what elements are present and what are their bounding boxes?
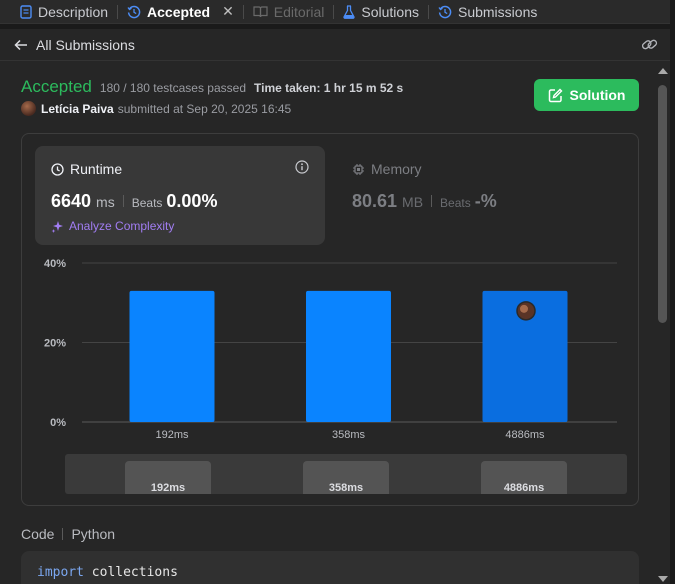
memory-title: Memory	[352, 161, 422, 177]
navigator-bar[interactable]: 358ms	[303, 461, 389, 494]
code-block[interactable]: import collections	[21, 551, 639, 584]
chart-bar[interactable]	[129, 290, 215, 422]
tab-divider	[427, 4, 429, 19]
code-line: import collections	[37, 565, 178, 580]
scrollbar-thumb[interactable]	[658, 85, 667, 323]
analyze-complexity-button[interactable]: Analyze Complexity	[51, 219, 174, 233]
memory-value: 80.61	[352, 191, 398, 211]
memory-unit: MB	[402, 194, 424, 210]
memory-box[interactable]: Memory 80.61 MB Beats -%	[352, 146, 602, 245]
tab-description[interactable]: Description	[20, 4, 108, 20]
runtime-distribution-chart: 0% 20% 40% 192ms 358ms 4886ms	[44, 258, 617, 441]
analyze-label: Analyze Complexity	[69, 219, 175, 233]
tab-label: Submissions	[457, 3, 538, 20]
divider	[122, 195, 124, 207]
x-tick-label: 192ms	[155, 429, 189, 441]
runtime-label: Runtime	[70, 161, 123, 177]
runtime-title: Runtime	[51, 161, 122, 177]
memory-beats-label: Beats	[440, 196, 471, 210]
runtime-beats-label: Beats	[131, 196, 163, 210]
range-navigator[interactable]: 192ms 358ms 4886ms	[65, 454, 627, 494]
scroll-up-arrow[interactable]	[658, 68, 668, 74]
code-module: collections	[91, 565, 178, 580]
tab-label: Description	[38, 3, 109, 20]
runtime-beats-value: 0.00%	[166, 191, 218, 211]
solution-button[interactable]: Solution	[534, 79, 639, 111]
performance-card: Runtime 6640 ms Beats 0.00% Analyze Comp…	[21, 133, 639, 506]
history-icon	[127, 5, 141, 18]
link-icon[interactable]	[641, 37, 658, 52]
arrow-left-icon	[14, 39, 27, 50]
tab-divider	[117, 4, 119, 19]
tab-divider	[333, 4, 335, 19]
username[interactable]: Letícia Paiva	[41, 102, 114, 116]
submission-panel: All Submissions Accepted 180 / 180 testc…	[0, 29, 670, 584]
all-submissions-link[interactable]: All Submissions	[36, 37, 135, 53]
runtime-value: 6640	[51, 191, 92, 211]
submission-status-row: Accepted 180 / 180 testcases passed Time…	[21, 77, 403, 97]
runtime-box[interactable]: Runtime 6640 ms Beats 0.00% Analyze Comp…	[35, 146, 325, 245]
x-tick-label: 4886ms	[505, 429, 545, 441]
chart-bar[interactable]	[306, 290, 391, 422]
tab-bar: Description Accepted ✕ Editorial Solutio…	[0, 0, 670, 24]
scroll-down-arrow[interactable]	[658, 576, 668, 582]
y-tick-label: 20%	[44, 338, 66, 350]
tab-accepted[interactable]: Accepted ✕	[127, 3, 234, 20]
tab-divider	[242, 4, 244, 19]
tab-label: Solutions	[361, 3, 419, 20]
tab-solutions[interactable]: Solutions	[343, 4, 419, 20]
code-header: Code Python	[21, 526, 115, 542]
solution-button-label: Solution	[569, 87, 626, 103]
submitted-at: submitted at Sep 20, 2025 16:45	[117, 101, 292, 116]
y-tick-label: 0%	[50, 417, 66, 429]
y-tick-label: 40%	[44, 258, 66, 270]
clock-icon	[51, 162, 64, 176]
avatar-highlight	[520, 304, 528, 313]
info-icon[interactable]	[295, 160, 309, 174]
memory-beats-value: -%	[474, 191, 497, 211]
vertical-scrollbar[interactable]	[655, 63, 670, 582]
memory-values: 80.61 MB Beats -%	[352, 191, 497, 212]
edit-icon	[548, 88, 562, 102]
x-tick-label: 358ms	[332, 429, 366, 441]
memory-label: Memory	[371, 161, 422, 177]
code-keyword: import	[37, 565, 84, 580]
chip-icon	[353, 163, 364, 175]
avatar[interactable]	[21, 101, 36, 116]
flask-icon	[343, 4, 356, 19]
submitter-row: Letícia Paiva submitted at Sep 20, 2025 …	[21, 101, 291, 116]
runtime-values: 6640 ms Beats 0.00%	[51, 191, 217, 212]
code-language: Python	[71, 526, 116, 542]
navigator-bar[interactable]: 192ms	[125, 461, 211, 494]
back-navigation[interactable]: All Submissions	[0, 29, 670, 61]
tab-label: Editorial	[273, 3, 325, 20]
runtime-unit: ms	[96, 194, 115, 210]
time-taken: Time taken: 1 hr 15 m 52 s	[254, 81, 404, 95]
testcases-passed: 180 / 180 testcases passed	[99, 81, 246, 95]
divider	[431, 195, 433, 207]
history-icon	[438, 5, 452, 18]
tab-submissions[interactable]: Submissions	[438, 4, 537, 20]
divider	[62, 528, 64, 540]
close-icon[interactable]: ✕	[222, 3, 234, 20]
sparkle-icon	[51, 220, 63, 233]
code-label: Code	[21, 526, 55, 542]
description-icon	[20, 4, 32, 19]
tab-label: Accepted	[147, 3, 211, 20]
tab-editorial[interactable]: Editorial	[253, 3, 325, 20]
status-accepted: Accepted	[21, 77, 92, 96]
book-icon	[253, 6, 268, 18]
navigator-bar[interactable]: 4886ms	[481, 461, 567, 494]
